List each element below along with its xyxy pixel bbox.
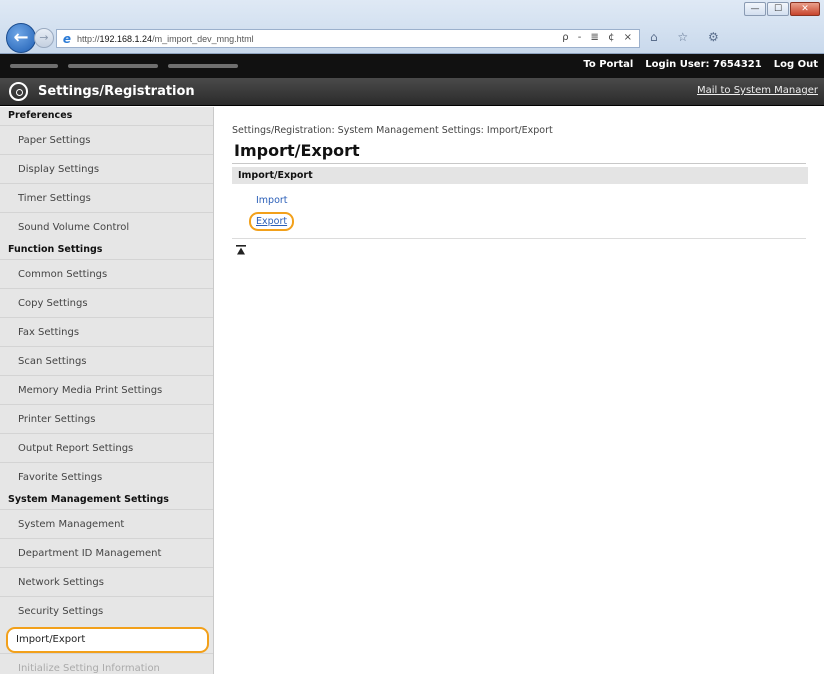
portal-actions: To Portal Login User: 7654321 Log Out: [583, 59, 818, 70]
main-content: Settings/Registration: System Management…: [222, 107, 824, 674]
sidebar-item-fax-settings[interactable]: Fax Settings: [0, 317, 213, 346]
sidebar-item-system-management[interactable]: System Management: [0, 509, 213, 538]
sidebar-heading-system-management: System Management Settings: [8, 494, 169, 505]
url-text[interactable]: http://192.168.1.24/m_import_dev_mng.htm…: [77, 34, 254, 44]
portal-bar: To Portal Login User: 7654321 Log Out: [0, 54, 824, 78]
sidebar-item-initialize-setting-information[interactable]: Initialize Setting Information: [0, 653, 213, 674]
sidebar-item-copy-settings[interactable]: Copy Settings: [0, 288, 213, 317]
url-prefix: http://: [77, 33, 100, 44]
arrow-right-icon: →: [39, 31, 49, 44]
sidebar-item-import-export[interactable]: Import/Export: [6, 627, 209, 653]
blurred-text: [68, 64, 158, 68]
sidebar: Preferences Paper Settings Display Setti…: [0, 107, 214, 674]
minimize-button[interactable]: —: [744, 2, 766, 16]
blurred-text: [10, 64, 58, 68]
ie-logo-icon: e: [62, 31, 72, 46]
sidebar-item-security-settings[interactable]: Security Settings: [0, 596, 213, 625]
address-controls[interactable]: ρ - ≣ ¢ ×: [562, 32, 635, 43]
sidebar-item-common-settings[interactable]: Common Settings: [0, 259, 213, 288]
sidebar-item-favorite-settings[interactable]: Favorite Settings: [0, 462, 213, 491]
settings-icon: [9, 82, 28, 101]
blurred-text: [168, 64, 238, 68]
import-link[interactable]: Import: [256, 195, 288, 206]
sidebar-item-paper-settings[interactable]: Paper Settings: [0, 125, 213, 154]
sidebar-item-network-settings[interactable]: Network Settings: [0, 567, 213, 596]
section-header: Import/Export: [232, 167, 808, 184]
to-portal-link[interactable]: To Portal: [583, 59, 633, 70]
sidebar-item-output-report-settings[interactable]: Output Report Settings: [0, 433, 213, 462]
sidebar-item-memory-media-print-settings[interactable]: Memory Media Print Settings: [0, 375, 213, 404]
mail-to-system-manager-link[interactable]: Mail to System Manager: [697, 85, 818, 96]
sidebar-heading-preferences: Preferences: [8, 110, 73, 121]
browser-chrome: — ☐ ✕ ← → e http://192.168.1.24/m_import…: [0, 0, 824, 54]
page-title: Import/Export: [234, 141, 360, 160]
close-button[interactable]: ✕: [790, 2, 820, 16]
breadcrumb: Settings/Registration: System Management…: [232, 125, 553, 136]
title-bar: Settings/Registration Mail to System Man…: [0, 78, 824, 106]
sidebar-item-display-settings[interactable]: Display Settings: [0, 154, 213, 183]
address-bar[interactable]: e http://192.168.1.24/m_import_dev_mng.h…: [56, 29, 640, 48]
logout-link[interactable]: Log Out: [774, 59, 818, 70]
sidebar-item-printer-settings[interactable]: Printer Settings: [0, 404, 213, 433]
url-host: 192.168.1.24: [99, 33, 153, 44]
export-link[interactable]: Export: [249, 212, 295, 231]
sidebar-item-timer-settings[interactable]: Timer Settings: [0, 183, 213, 212]
url-path: /m_import_dev_mng.html: [152, 33, 254, 44]
content-divider: [232, 238, 806, 239]
arrow-left-icon: ←: [13, 27, 29, 48]
title-divider: [232, 163, 806, 164]
sidebar-heading-function: Function Settings: [8, 244, 103, 255]
sidebar-item-department-id-management[interactable]: Department ID Management: [0, 538, 213, 567]
maximize-button[interactable]: ☐: [767, 2, 789, 16]
login-user-label: Login User: 7654321: [645, 59, 762, 70]
sidebar-item-scan-settings[interactable]: Scan Settings: [0, 346, 213, 375]
back-button[interactable]: ←: [6, 23, 36, 53]
device-name-blurred: [10, 64, 238, 68]
window-controls: — ☐ ✕: [744, 2, 820, 16]
back-to-top-icon[interactable]: [236, 245, 246, 255]
browser-tools[interactable]: ⌂ ☆ ⚙: [650, 30, 727, 44]
forward-button[interactable]: →: [34, 28, 54, 48]
app-title: Settings/Registration: [38, 84, 195, 99]
sidebar-item-sound-volume-control[interactable]: Sound Volume Control: [0, 212, 213, 241]
